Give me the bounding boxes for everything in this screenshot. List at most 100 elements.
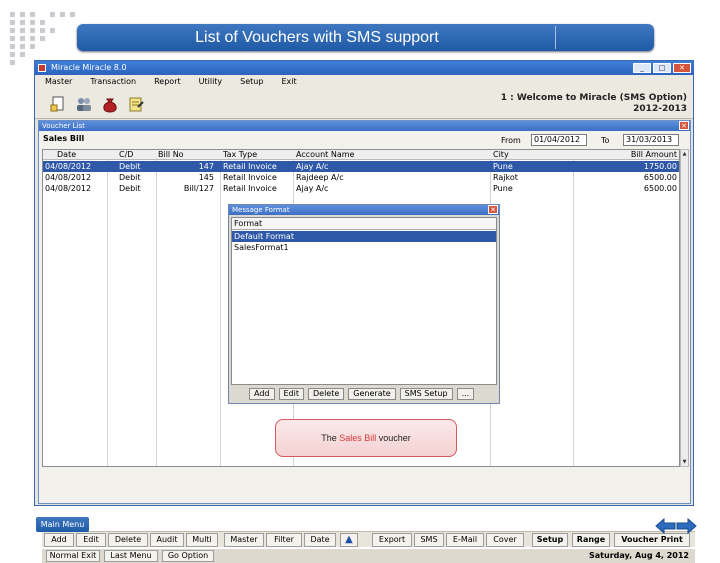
status-bar: Normal Exit Last Menu Go Option Saturday…	[42, 549, 695, 563]
money-bag-icon[interactable]	[101, 95, 119, 113]
table-row[interactable]: 04/08/2012 Debit 147 Retail Invoice Ajay…	[43, 161, 679, 172]
menubar: Master Transaction Report Utility Setup …	[35, 75, 693, 89]
decorative-dot	[40, 28, 45, 33]
format-item-sales-format1[interactable]: SalesFormat1	[232, 242, 496, 253]
menu-utility[interactable]: Utility	[199, 75, 223, 89]
export-button[interactable]: Export	[372, 533, 412, 547]
format-delete-button[interactable]: Delete	[308, 388, 345, 400]
decorative-dot	[20, 28, 25, 33]
cell-cd: Debit	[119, 162, 141, 171]
main-menu-button[interactable]: Main Menu	[36, 517, 89, 532]
column-header-tax-type[interactable]: Tax Type	[223, 150, 257, 160]
maximize-button[interactable]: □	[653, 63, 671, 73]
menu-report[interactable]: Report	[154, 75, 181, 89]
normal-exit-button[interactable]: Normal Exit	[46, 550, 100, 562]
format-generate-button[interactable]: Generate	[348, 388, 396, 400]
cell-bill-amount: 1750.00	[643, 162, 677, 171]
minimize-button[interactable]: _	[633, 63, 651, 73]
range-button[interactable]: Range	[572, 533, 610, 547]
notepad-icon[interactable]	[127, 95, 145, 113]
decorative-dot	[60, 12, 65, 17]
users-icon[interactable]	[75, 95, 93, 113]
setup-button[interactable]: Setup	[532, 533, 568, 547]
more-options-button[interactable]: ...	[456, 388, 475, 400]
table-row[interactable]: 04/08/2012 Debit Bill/127 Retail Invoice…	[43, 183, 679, 194]
decorative-dot	[70, 12, 75, 17]
voucher-print-button[interactable]: Voucher Print	[614, 533, 690, 547]
decorative-dot	[20, 52, 25, 57]
decorative-dot	[10, 12, 15, 17]
decorative-dot	[30, 28, 35, 33]
nav-arrows	[655, 517, 697, 535]
column-header-bill-no[interactable]: Bill No	[158, 150, 184, 160]
audit-button[interactable]: Audit	[150, 533, 184, 547]
decorative-dot	[10, 36, 15, 41]
go-option-button[interactable]: Go Option	[162, 550, 214, 562]
cell-tax-type: Retail Invoice	[223, 184, 277, 193]
cell-cd: Debit	[119, 184, 141, 193]
decorative-dot	[20, 20, 25, 25]
cell-cd: Debit	[119, 173, 141, 182]
decorative-dot	[50, 12, 55, 17]
callout-suffix: voucher	[376, 433, 411, 443]
new-document-icon[interactable]	[49, 95, 67, 113]
cell-bill-amount: 6500.00	[643, 184, 677, 193]
slide-title: List of Vouchers with SMS support	[195, 29, 439, 46]
menu-transaction[interactable]: Transaction	[90, 75, 136, 89]
format-add-button[interactable]: Add	[249, 388, 275, 400]
callout-highlight: Sales Bill	[339, 433, 377, 443]
cell-date: 04/08/2012	[45, 184, 92, 193]
format-list-header: Format	[232, 218, 496, 230]
sms-setup-button[interactable]: SMS Setup	[399, 388, 453, 400]
slide-title-bar: List of Vouchers with SMS support	[77, 24, 654, 51]
email-button[interactable]: E-Mail	[446, 533, 484, 547]
voucher-list-title: Voucher List	[42, 122, 85, 130]
cell-tax-type: Retail Invoice	[223, 173, 277, 182]
format-item-default[interactable]: Default Format	[232, 231, 496, 242]
cover-button[interactable]: Cover	[486, 533, 524, 547]
message-format-close-button[interactable]: ✕	[488, 205, 498, 214]
date-button[interactable]: Date	[304, 533, 336, 547]
menu-setup[interactable]: Setup	[240, 75, 263, 89]
sort-arrow-icon[interactable]: ▲	[340, 533, 358, 547]
format-edit-button[interactable]: Edit	[278, 388, 304, 400]
delete-button[interactable]: Delete	[108, 533, 148, 547]
previous-arrow-icon[interactable]	[655, 517, 676, 535]
column-header-account-name[interactable]: Account Name	[296, 150, 354, 160]
cell-city: Pune	[493, 162, 513, 171]
multi-button[interactable]: Multi	[186, 533, 218, 547]
voucher-list-titlebar: Voucher List ✕	[39, 121, 690, 131]
scroll-down-icon[interactable]: ▼	[681, 458, 688, 466]
app-titlebar: Miracle Miracle 8.0 _ □ ✕	[35, 61, 693, 75]
cell-date: 04/08/2012	[45, 162, 92, 171]
column-header-date[interactable]: Date	[57, 150, 76, 160]
scroll-up-icon[interactable]: ▲	[681, 150, 688, 158]
bottom-toolbar: Add Edit Delete Audit Multi Master Filte…	[42, 531, 695, 547]
close-button[interactable]: ✕	[673, 63, 691, 73]
to-label: To	[601, 136, 610, 145]
to-date-input[interactable]: 31/03/2013	[623, 134, 679, 146]
message-format-title: Message Format	[232, 206, 290, 214]
filter-button[interactable]: Filter	[266, 533, 302, 547]
format-buttons: Add Edit Delete Generate SMS Setup ...	[249, 388, 475, 400]
cell-city: Pune	[493, 184, 513, 193]
column-header-bill-amount[interactable]: Bill Amount	[603, 150, 677, 160]
master-button[interactable]: Master	[224, 533, 264, 547]
column-header-city[interactable]: City	[493, 150, 509, 160]
welcome-line2: 2012-2013	[633, 104, 687, 114]
voucher-list-close-button[interactable]: ✕	[679, 121, 689, 130]
table-row[interactable]: 04/08/2012 Debit 145 Retail Invoice Rajd…	[43, 172, 679, 183]
last-menu-button[interactable]: Last Menu	[104, 550, 158, 562]
vertical-scrollbar[interactable]: ▲ ▼	[680, 149, 689, 467]
add-button[interactable]: Add	[44, 533, 74, 547]
toolbar: 1 : Welcome to Miracle (SMS Option) 2012…	[35, 89, 693, 119]
sms-button[interactable]: SMS	[414, 533, 444, 547]
column-header-cd[interactable]: C/D	[119, 150, 133, 160]
edit-button[interactable]: Edit	[76, 533, 106, 547]
menu-master[interactable]: Master	[45, 75, 72, 89]
from-date-input[interactable]: 01/04/2012	[531, 134, 587, 146]
menu-exit[interactable]: Exit	[281, 75, 296, 89]
callout-note: The Sales Bill voucher	[275, 419, 457, 457]
next-arrow-icon[interactable]	[676, 517, 697, 535]
format-list: Format Default Format SalesFormat1	[231, 217, 497, 385]
